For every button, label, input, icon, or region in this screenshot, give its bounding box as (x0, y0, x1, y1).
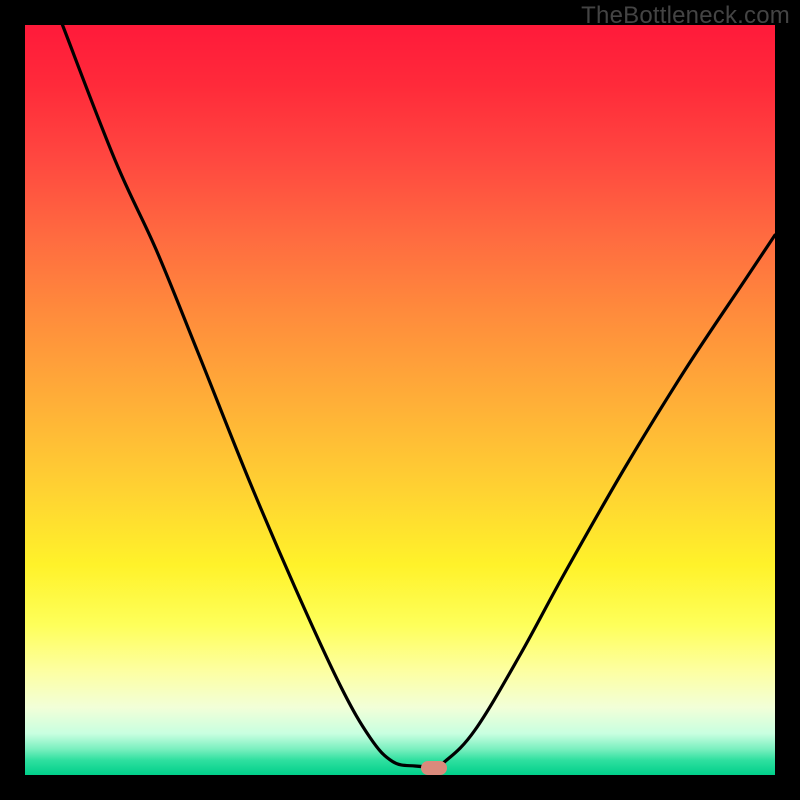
chart-outer-frame: TheBottleneck.com (0, 0, 800, 800)
bottleneck-curve (63, 25, 776, 767)
watermark-label: TheBottleneck.com (581, 2, 790, 30)
minimum-marker (421, 761, 447, 775)
curve-layer (25, 25, 775, 775)
